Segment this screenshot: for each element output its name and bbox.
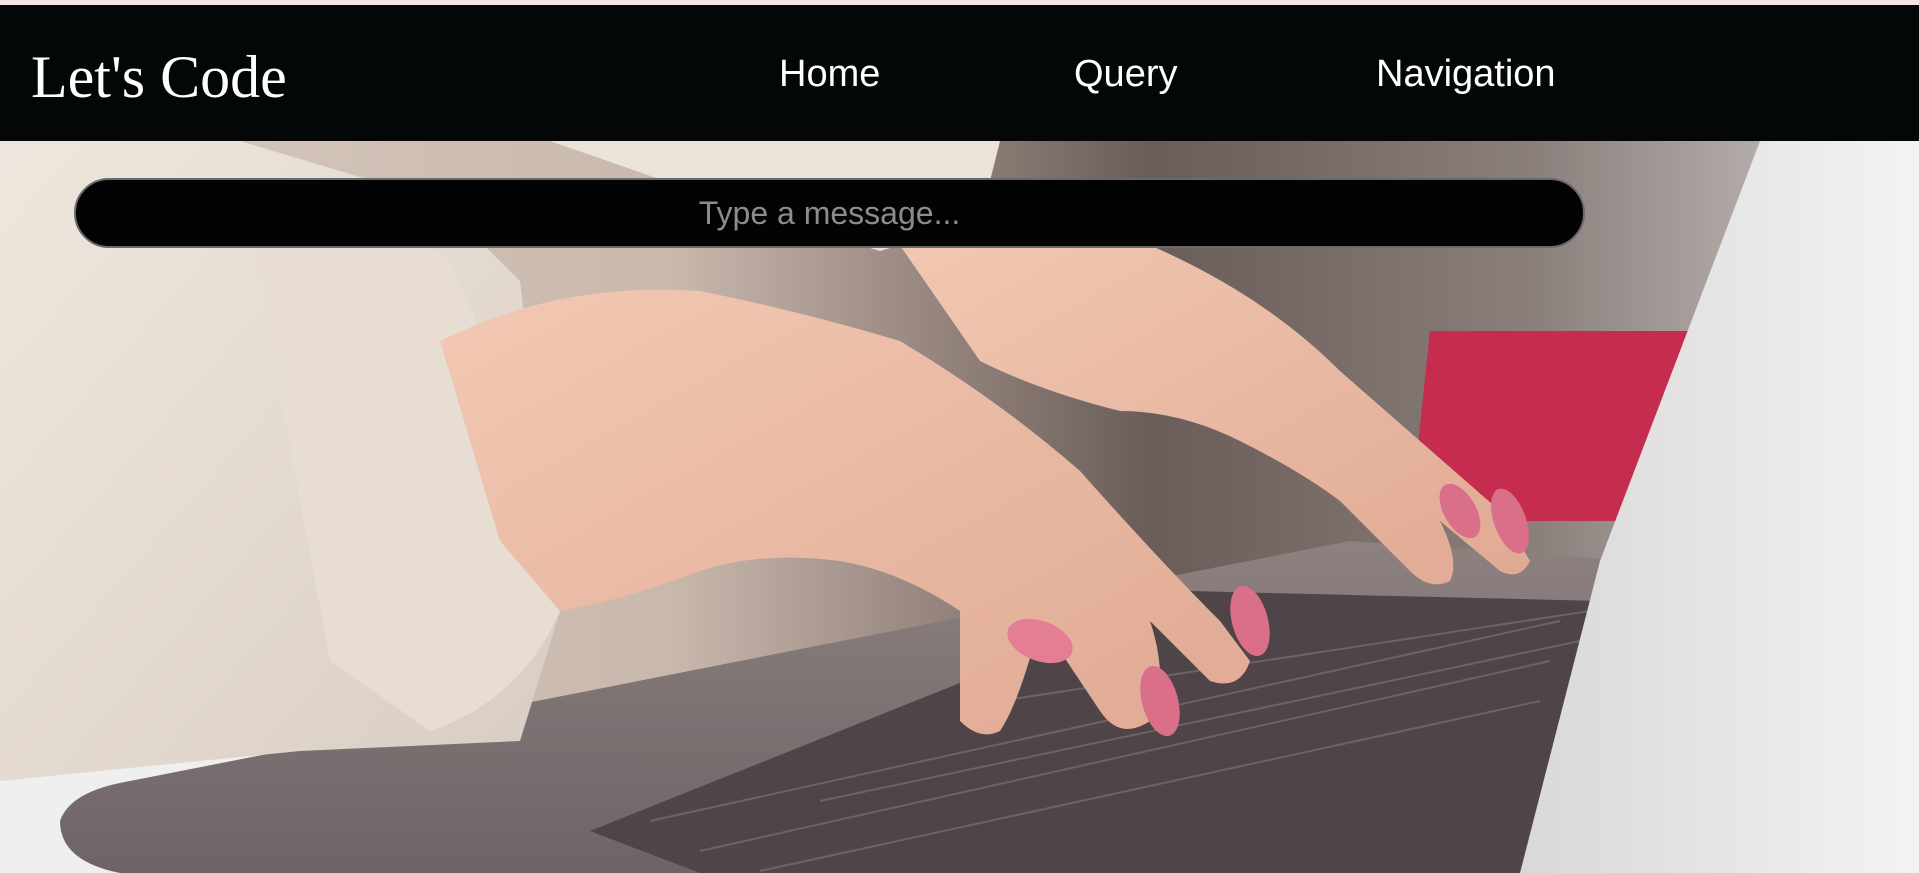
nav-link-navigation[interactable]: Navigation	[1376, 51, 1556, 97]
page: Let's Code Home Query Navigation	[0, 0, 1919, 873]
message-input[interactable]	[76, 180, 1583, 246]
brand-title: Let's Code	[31, 44, 287, 110]
nav-link-home[interactable]: Home	[779, 51, 880, 97]
navbar: Let's Code Home Query Navigation	[0, 5, 1919, 141]
message-bar	[74, 178, 1585, 248]
hero-image	[0, 141, 1919, 873]
nav-link-query[interactable]: Query	[1074, 51, 1177, 97]
